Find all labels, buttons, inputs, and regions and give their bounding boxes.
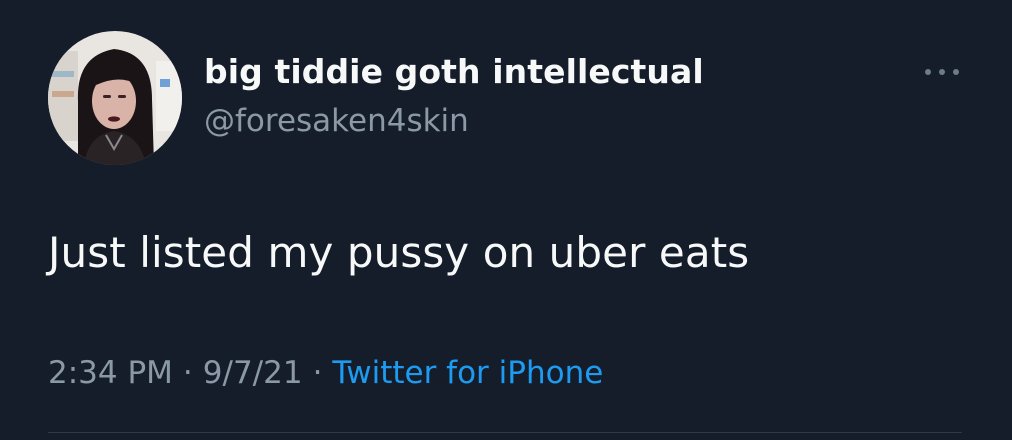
more-horizontal-icon — [925, 69, 959, 75]
user-handle[interactable]: @foresaken4skin — [204, 103, 469, 139]
display-name[interactable]: big tiddie goth intellectual — [204, 52, 704, 91]
tweet-text: Just listed my pussy on uber eats — [48, 228, 750, 277]
tweet-date[interactable]: 9/7/21 — [203, 355, 303, 391]
avatar[interactable] — [48, 31, 182, 165]
avatar-image — [48, 31, 182, 165]
divider — [48, 432, 962, 433]
tweet-meta: 2:34 PM · 9/7/21 · Twitter for iPhone — [48, 355, 603, 391]
more-options-button[interactable] — [918, 58, 966, 86]
meta-separator: · — [312, 355, 323, 391]
tweet-time[interactable]: 2:34 PM — [48, 355, 173, 391]
tweet-card: big tiddie goth intellectual @foresaken4… — [0, 0, 1012, 440]
meta-separator: · — [182, 355, 193, 391]
tweet-source-link[interactable]: Twitter for iPhone — [332, 355, 603, 391]
